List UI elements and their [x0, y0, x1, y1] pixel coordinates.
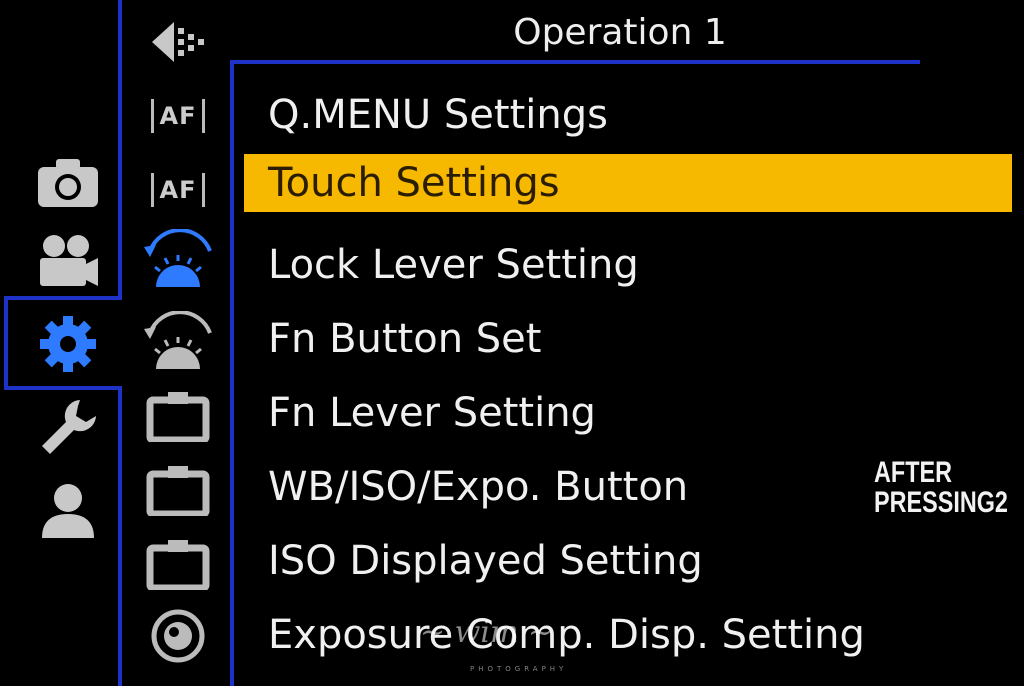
frame-active-left	[4, 296, 8, 390]
gear-icon	[40, 316, 96, 372]
frame-active-top	[4, 296, 122, 300]
page-title: Operation 1	[513, 12, 727, 53]
sub-tab-folder-3[interactable]	[138, 534, 218, 594]
folder-icon	[146, 466, 210, 516]
camera-icon	[38, 159, 98, 207]
folder-icon	[146, 392, 210, 442]
category-custom[interactable]	[30, 312, 106, 376]
menu-item-fn-lever-setting[interactable]: Fn Lever Setting	[244, 384, 1012, 442]
af-icon: AF	[150, 99, 206, 133]
sub-tab-operation-2[interactable]	[138, 310, 218, 370]
menu-item-touch-settings[interactable]: Touch Settings	[244, 154, 1012, 212]
dial-icon	[144, 311, 212, 369]
back-arrow-icon	[152, 22, 204, 62]
sub-tab-af-2[interactable]: AF	[138, 160, 218, 220]
badge-line-1: AFTER	[874, 456, 952, 489]
frame-active-bottom	[4, 386, 122, 390]
folder-icon	[146, 540, 210, 590]
setting-value-badge: AFTER PRESSING2	[874, 458, 1008, 518]
sub-tab-folder-1[interactable]	[138, 386, 218, 446]
menu-item-exposure-comp-disp-setting[interactable]: Exposure Comp. Disp. Setting	[244, 606, 1012, 664]
category-movie[interactable]	[30, 228, 106, 292]
category-my-menu[interactable]	[30, 478, 106, 542]
sub-tab-lens[interactable]	[138, 606, 218, 666]
wrench-icon	[42, 400, 96, 454]
frame-menu-top	[230, 60, 920, 64]
frame-left-lower	[118, 386, 122, 686]
watermark-signature: ~ wim ~	[420, 615, 554, 650]
frame-menu-left	[230, 62, 234, 686]
af-icon: AF	[150, 173, 206, 207]
badge-line-2: PRESSING2	[874, 486, 1008, 519]
menu-item-fn-button-set[interactable]: Fn Button Set	[244, 310, 1012, 368]
category-setup[interactable]	[30, 396, 106, 460]
dial-icon	[144, 229, 212, 287]
movie-camera-icon	[40, 235, 98, 286]
sub-tab-folder-2[interactable]	[138, 460, 218, 520]
menu-item-qmenu-settings[interactable]: Q.MENU Settings	[244, 86, 1012, 144]
sub-tab-back[interactable]	[138, 12, 218, 72]
person-icon	[42, 484, 94, 538]
menu-item-iso-displayed-setting[interactable]: ISO Displayed Setting	[244, 532, 1012, 590]
sub-tab-af-1[interactable]: AF	[138, 86, 218, 146]
frame-left-main	[118, 0, 122, 300]
sub-tab-operation-1[interactable]	[138, 228, 218, 288]
menu-item-lock-lever-setting[interactable]: Lock Lever Setting	[244, 236, 1012, 294]
category-photo[interactable]	[30, 150, 106, 214]
watermark-text: PHOTOGRAPHY	[470, 665, 568, 673]
lens-icon	[151, 609, 205, 663]
